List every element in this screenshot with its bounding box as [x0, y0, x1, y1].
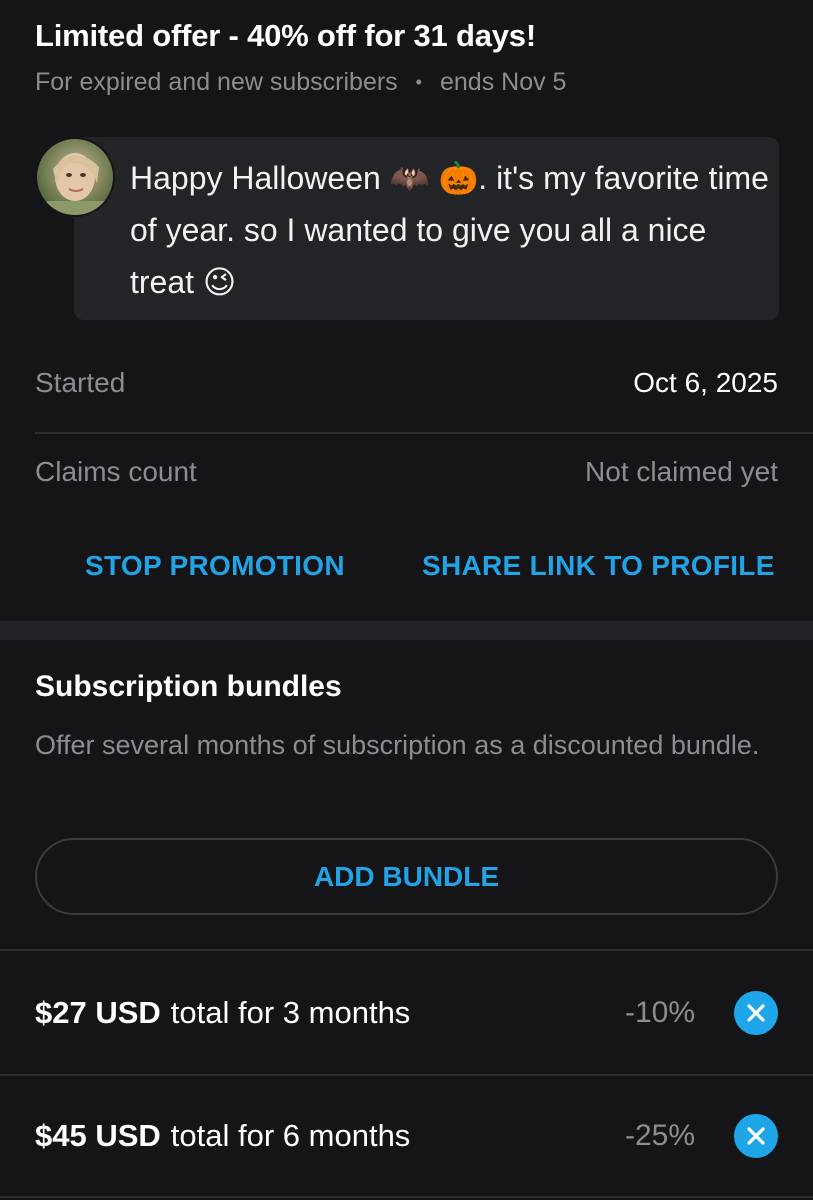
remove-bundle-button[interactable] [734, 1114, 778, 1158]
promo-separator: • [415, 72, 422, 92]
share-link-button[interactable]: SHARE LINK TO PROFILE [422, 550, 775, 582]
add-bundle-button[interactable]: ADD BUNDLE [35, 838, 778, 915]
claims-value: Not claimed yet [585, 456, 778, 487]
bundle-price: $45 USD [35, 1118, 161, 1153]
bundle-discount: -25% [624, 1119, 695, 1152]
bundle-description: total for 6 months [170, 1118, 411, 1153]
section-separator [0, 621, 813, 640]
promo-message: Happy Halloween 🦇 🎃. it's my favorite ti… [130, 160, 769, 300]
bundle-row: $27 USD total for 3 months -10% [35, 990, 780, 1036]
claims-label: Claims count [35, 456, 197, 487]
bundle-row: $45 USD total for 6 months -25% [35, 1113, 780, 1159]
divider [35, 432, 813, 434]
started-label: Started [35, 367, 126, 398]
remove-bundle-button[interactable] [734, 991, 778, 1035]
promo-end-date: ends Nov 5 [439, 68, 567, 96]
bundles-description: Offer several months of subscription as … [35, 730, 760, 760]
started-row: Started Oct 6, 2025 [35, 367, 778, 399]
promo-audience: For expired and new subscribers [35, 68, 398, 96]
avatar [35, 137, 115, 217]
close-icon [747, 1127, 765, 1145]
divider [0, 1196, 813, 1198]
stop-promotion-button[interactable]: STOP PROMOTION [85, 550, 345, 582]
bundles-title: Subscription bundles [35, 670, 342, 703]
bundle-price: $27 USD [35, 995, 161, 1030]
bundle-description: total for 3 months [170, 995, 411, 1030]
started-value: Oct 6, 2025 [633, 367, 778, 398]
bundle-discount: -10% [624, 996, 695, 1029]
close-icon [747, 1004, 765, 1022]
claims-row: Claims count Not claimed yet [35, 456, 778, 488]
promo-title: Limited offer - 40% off for 31 days! [35, 18, 536, 53]
divider [0, 1074, 813, 1076]
divider [0, 949, 813, 951]
promo-subtitle: For expired and new subscribers • ends N… [35, 68, 566, 97]
